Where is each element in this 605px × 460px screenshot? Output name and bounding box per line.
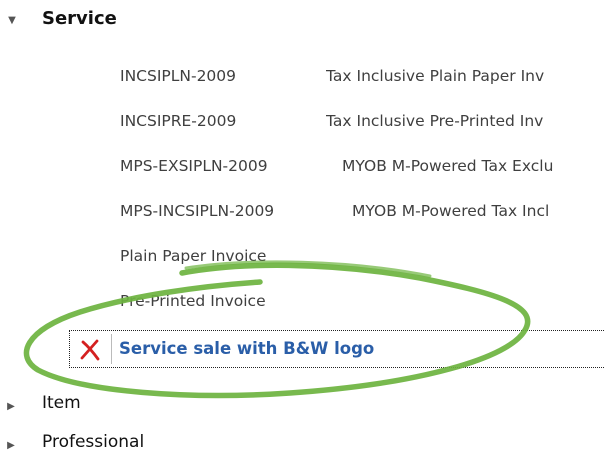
divider (111, 334, 112, 364)
form-row[interactable]: MPS-EXSIPLN-2009 MYOB M-Powered Tax Excl… (0, 146, 605, 186)
form-description: MYOB M-Powered Tax Incl (352, 202, 550, 220)
form-row[interactable]: INCSIPRE-2009 Tax Inclusive Pre-Printed … (0, 101, 605, 141)
form-code: INCSIPLN-2009 (120, 67, 237, 85)
red-x-icon[interactable] (78, 338, 102, 362)
form-code: Plain Paper Invoice (120, 247, 267, 265)
form-row[interactable]: Plain Paper Invoice (0, 236, 605, 276)
form-code: MPS-EXSIPLN-2009 (120, 157, 268, 175)
form-description: MYOB M-Powered Tax Exclu (342, 157, 554, 175)
expand-arrow-icon[interactable]: ▶ (4, 399, 18, 413)
group-label-service[interactable]: Service (42, 8, 117, 29)
selected-form-row[interactable]: Service sale with B&W logo (69, 330, 605, 368)
expand-arrow-icon[interactable]: ▶ (4, 438, 18, 452)
form-row[interactable]: MPS-INCSIPLN-2009 MYOB M-Powered Tax Inc… (0, 191, 605, 231)
form-code: MPS-INCSIPLN-2009 (120, 202, 275, 220)
form-row[interactable]: INCSIPLN-2009 Tax Inclusive Plain Paper … (0, 56, 605, 96)
form-description: Tax Inclusive Plain Paper Inv (326, 67, 545, 85)
group-label-item[interactable]: Item (42, 393, 81, 413)
form-description: Tax Inclusive Pre-Printed Inv (326, 112, 544, 130)
form-code: INCSIPRE-2009 (120, 112, 237, 130)
group-label-professional[interactable]: Professional (42, 432, 144, 452)
collapse-arrow-icon[interactable]: ▼ (5, 13, 19, 27)
form-code: Pre-Printed Invoice (120, 292, 266, 310)
form-row[interactable]: Pre-Printed Invoice (0, 281, 605, 321)
selected-form-name[interactable]: Service sale with B&W logo (119, 331, 374, 367)
